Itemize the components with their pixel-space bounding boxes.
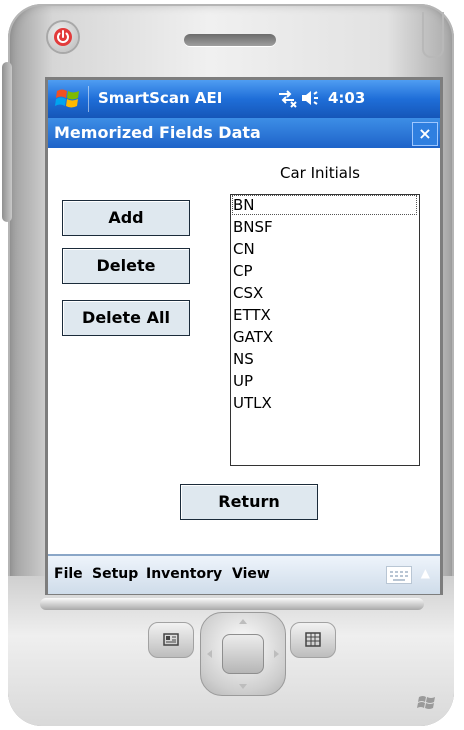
dpad-center-button[interactable] (222, 634, 264, 674)
delete-all-button[interactable]: Delete All (62, 300, 190, 336)
status-separator (88, 86, 89, 112)
speaker-grille (184, 34, 276, 46)
chevron-up-icon[interactable]: ▲ (421, 566, 430, 580)
car-initials-list[interactable]: BN BNSF CN CP CSX ETTX GATX NS UP UTLX (230, 194, 420, 466)
car-initials-label: Car Initials (280, 164, 360, 182)
menu-inventory[interactable]: Inventory (146, 566, 222, 582)
window-title-bar: Memorized Fields Data × (48, 118, 440, 148)
hardware-softkey-left[interactable] (148, 622, 194, 658)
speaker-icon[interactable] (300, 88, 322, 112)
side-button[interactable] (2, 62, 12, 222)
return-button[interactable]: Return (180, 484, 318, 520)
list-item[interactable]: CP (232, 261, 417, 281)
window-title: Memorized Fields Data (54, 123, 261, 142)
menu-setup[interactable]: Setup (92, 566, 138, 582)
clock[interactable]: 4:03 (328, 89, 365, 107)
close-button[interactable]: × (412, 122, 438, 146)
connectivity-icon[interactable] (276, 88, 298, 112)
calendar-grid-icon (305, 632, 321, 647)
menu-file[interactable]: File (54, 566, 83, 582)
list-item[interactable]: BN (232, 195, 417, 215)
delete-button[interactable]: Delete (62, 248, 190, 284)
list-item[interactable]: CN (232, 239, 417, 259)
status-bar: SmartScan AEI 4:03 (48, 80, 440, 118)
list-item[interactable]: BNSF (232, 217, 417, 237)
app-title: SmartScan AEI (98, 89, 223, 107)
menu-bar: File Setup Inventory View ▲ (48, 554, 440, 594)
list-item[interactable]: UTLX (232, 393, 417, 413)
hardware-softkey-right[interactable] (290, 622, 336, 658)
device-rail (40, 598, 424, 610)
windows-logo-icon (416, 692, 438, 718)
list-item[interactable]: ETTX (232, 305, 417, 325)
contact-card-icon (163, 633, 179, 646)
power-icon (54, 28, 72, 46)
power-button[interactable] (48, 22, 78, 52)
list-item[interactable]: NS (232, 349, 417, 369)
list-item[interactable]: GATX (232, 327, 417, 347)
keyboard-icon[interactable] (386, 566, 412, 584)
add-button[interactable]: Add (62, 200, 190, 236)
stylus-slot (422, 12, 444, 58)
menu-view[interactable]: View (232, 566, 270, 582)
device-screen: SmartScan AEI 4:03 Memorized Fields Data… (48, 80, 440, 594)
list-item[interactable]: UP (232, 371, 417, 391)
list-item[interactable]: CSX (232, 283, 417, 303)
windows-flag-icon[interactable] (54, 86, 82, 116)
